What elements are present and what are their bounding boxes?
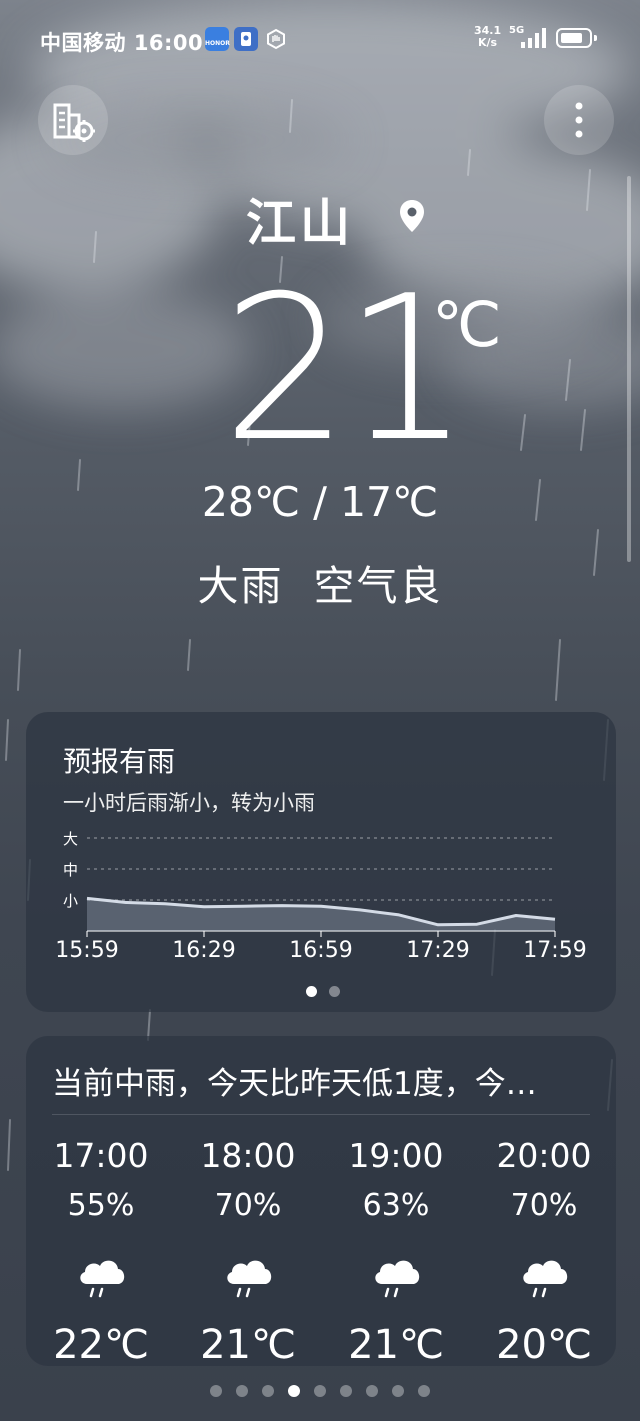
temperature-unit: ℃ bbox=[432, 288, 502, 361]
card-page-dots bbox=[300, 982, 346, 1001]
more-vert-icon bbox=[575, 102, 583, 138]
rain-cloud-icon bbox=[331, 1252, 461, 1322]
shield-app-icon bbox=[234, 27, 258, 51]
hand-gesture-icon bbox=[264, 27, 288, 51]
pager-dot[interactable] bbox=[288, 1385, 300, 1397]
pager-dot[interactable] bbox=[366, 1385, 378, 1397]
hour-temperature: 22℃ bbox=[53, 1322, 149, 1368]
rain-cloud-icon bbox=[183, 1252, 313, 1322]
hourly-forecast-card[interactable]: 当前中雨，今天比昨天低1度，今… 17:00 55% 22℃ 18:00 70% 21℃ 1… bbox=[26, 1036, 616, 1368]
precipitation-card[interactable]: 预报有雨 一小时后雨渐小，转为小雨 大中小 15:59 16:29 16:59 17:2… bbox=[26, 712, 616, 1012]
hour-temperature: 21℃ bbox=[348, 1322, 444, 1368]
chart-time-label: 16:29 bbox=[172, 938, 235, 963]
location-pin-icon bbox=[400, 200, 424, 232]
temperature-range: 28℃ / 17℃ bbox=[201, 478, 439, 526]
city-label: 江山 bbox=[246, 194, 354, 252]
network-speed-unit: K/s bbox=[478, 36, 498, 49]
pager-dot[interactable] bbox=[418, 1385, 430, 1397]
card-page-dot[interactable] bbox=[306, 986, 317, 997]
status-carrier-time: 中国移动 16:00 bbox=[40, 27, 203, 57]
pager-dot[interactable] bbox=[392, 1385, 404, 1397]
network-speed: 34.1 K/s bbox=[474, 25, 501, 49]
hourly-item: 20:00 70% 20℃ bbox=[479, 1136, 609, 1368]
clock: 16:00 bbox=[133, 31, 204, 55]
chart-time-label: 17:29 bbox=[406, 938, 469, 963]
rain-cloud-icon bbox=[36, 1252, 166, 1322]
pager-dot[interactable] bbox=[340, 1385, 352, 1397]
honor-app-label: HONOR bbox=[205, 40, 230, 47]
battery-nub bbox=[594, 35, 597, 41]
rain-probability: 70% bbox=[214, 1188, 282, 1223]
precipitation-chart: 大中小 15:59 16:29 16:59 17:29 17:59 bbox=[55, 830, 586, 963]
battery-icon bbox=[556, 28, 597, 48]
rain-probability: 70% bbox=[510, 1188, 578, 1223]
hourly-item: 18:00 70% 21℃ bbox=[183, 1136, 313, 1368]
chart-time-label: 15:59 bbox=[55, 938, 118, 963]
hour-temperature: 21℃ bbox=[200, 1322, 296, 1368]
hour-temperature: 20℃ bbox=[496, 1322, 592, 1368]
hour-time: 20:00 bbox=[496, 1136, 592, 1175]
rain-probability: 55% bbox=[67, 1188, 135, 1223]
hourly-item: 17:00 55% 22℃ bbox=[36, 1136, 166, 1368]
hour-time: 17:00 bbox=[53, 1136, 149, 1175]
rain-cloud-icon bbox=[479, 1252, 609, 1322]
chart-level-label: 大 bbox=[63, 830, 78, 848]
hour-time: 18:00 bbox=[200, 1136, 296, 1175]
scrollbar[interactable] bbox=[627, 176, 631, 562]
weather-condition: 大雨 空气良 bbox=[197, 562, 443, 610]
hourly-item: 19:00 63% 21℃ bbox=[331, 1136, 461, 1368]
pager-dot[interactable] bbox=[236, 1385, 248, 1397]
pager-dot[interactable] bbox=[262, 1385, 274, 1397]
city-name[interactable]: 江山 bbox=[0, 183, 640, 255]
honor-app-icon: HONOR bbox=[205, 27, 230, 51]
card-page-dot[interactable] bbox=[329, 986, 340, 997]
chart-level-label: 中 bbox=[63, 861, 78, 879]
pager-dot[interactable] bbox=[314, 1385, 326, 1397]
pager-dot[interactable] bbox=[210, 1385, 222, 1397]
city-manage-icon bbox=[53, 103, 95, 142]
rain-probability: 63% bbox=[362, 1188, 430, 1223]
battery-level bbox=[561, 33, 582, 43]
hour-time: 19:00 bbox=[348, 1136, 444, 1175]
divider bbox=[52, 1114, 590, 1115]
chart-time-label: 16:59 bbox=[289, 938, 352, 963]
chart-time-label: 17:59 bbox=[523, 938, 586, 963]
city-pager bbox=[0, 1382, 640, 1401]
more-menu-button[interactable] bbox=[544, 85, 614, 155]
city-manage-button[interactable] bbox=[38, 85, 108, 155]
current-temperature: 21 bbox=[222, 253, 470, 486]
weather-summary: 当前中雨，今天比昨天低1度，今… bbox=[52, 1066, 537, 1102]
status-bar: 中国移动 16:00 HONOR 34.1 K/s 5G bbox=[0, 0, 640, 78]
chart-level-label: 小 bbox=[63, 892, 78, 910]
carrier-name: 中国移动 bbox=[40, 31, 126, 55]
signal-strength-icon bbox=[521, 28, 546, 48]
